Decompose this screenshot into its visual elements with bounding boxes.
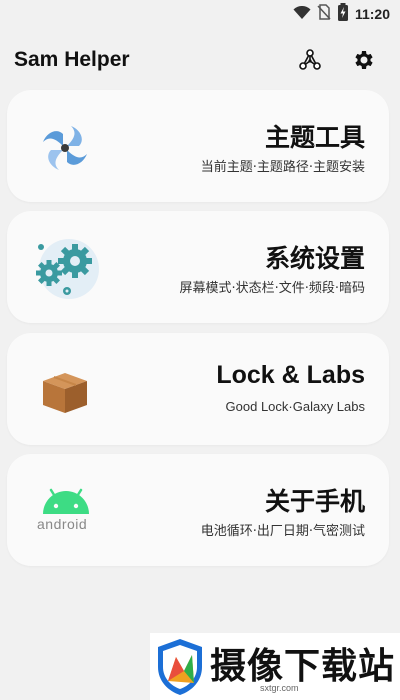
card-system-settings[interactable]: 系统设置 屏幕模式·状态栏·文件·频段·暗码 bbox=[7, 211, 389, 323]
shield-logo-icon bbox=[158, 638, 202, 695]
pinwheel-icon bbox=[33, 116, 97, 180]
battery-charging-icon bbox=[337, 3, 349, 25]
box-icon bbox=[33, 359, 97, 423]
gears-icon bbox=[29, 233, 101, 305]
watermark: 摄像下载站 sxtgr.com bbox=[150, 633, 400, 700]
android-icon: android bbox=[31, 480, 101, 540]
network-nodes-button[interactable] bbox=[296, 46, 324, 74]
card-title: 系统设置 bbox=[264, 244, 365, 273]
settings-button[interactable] bbox=[350, 46, 378, 74]
card-subtitle: Good Lock·Galaxy Labs bbox=[225, 399, 365, 414]
status-bar: 11:20 bbox=[0, 0, 400, 28]
card-title: Lock & Labs bbox=[216, 361, 365, 389]
status-time: 11:20 bbox=[354, 6, 390, 22]
card-subtitle: 屏幕模式·状态栏·文件·频段·暗码 bbox=[179, 281, 365, 296]
card-subtitle: 电池循环·出厂日期·气密测试 bbox=[200, 524, 365, 539]
watermark-text: 摄像下载站 bbox=[210, 646, 396, 687]
network-nodes-icon bbox=[299, 49, 321, 70]
no-sim-icon bbox=[317, 4, 331, 24]
watermark-url: sxtgr.com bbox=[260, 683, 299, 693]
app-title: Sam Helper bbox=[14, 48, 130, 71]
card-lock-labs[interactable]: Lock & Labs Good Lock·Galaxy Labs bbox=[7, 333, 389, 445]
card-theme-tools[interactable]: 主题工具 当前主题·主题路径·主题安装 bbox=[7, 90, 389, 202]
card-about-phone[interactable]: android 关于手机 电池循环·出厂日期·气密测试 bbox=[7, 454, 389, 566]
card-subtitle: 当前主题·主题路径·主题安装 bbox=[200, 160, 365, 175]
app-bar: Sam Helper bbox=[0, 40, 400, 80]
gear-icon bbox=[355, 51, 373, 69]
card-title: 关于手机 bbox=[264, 487, 365, 516]
android-logo-text: android bbox=[37, 516, 88, 532]
wifi-icon bbox=[293, 5, 311, 24]
card-title: 主题工具 bbox=[264, 123, 365, 152]
